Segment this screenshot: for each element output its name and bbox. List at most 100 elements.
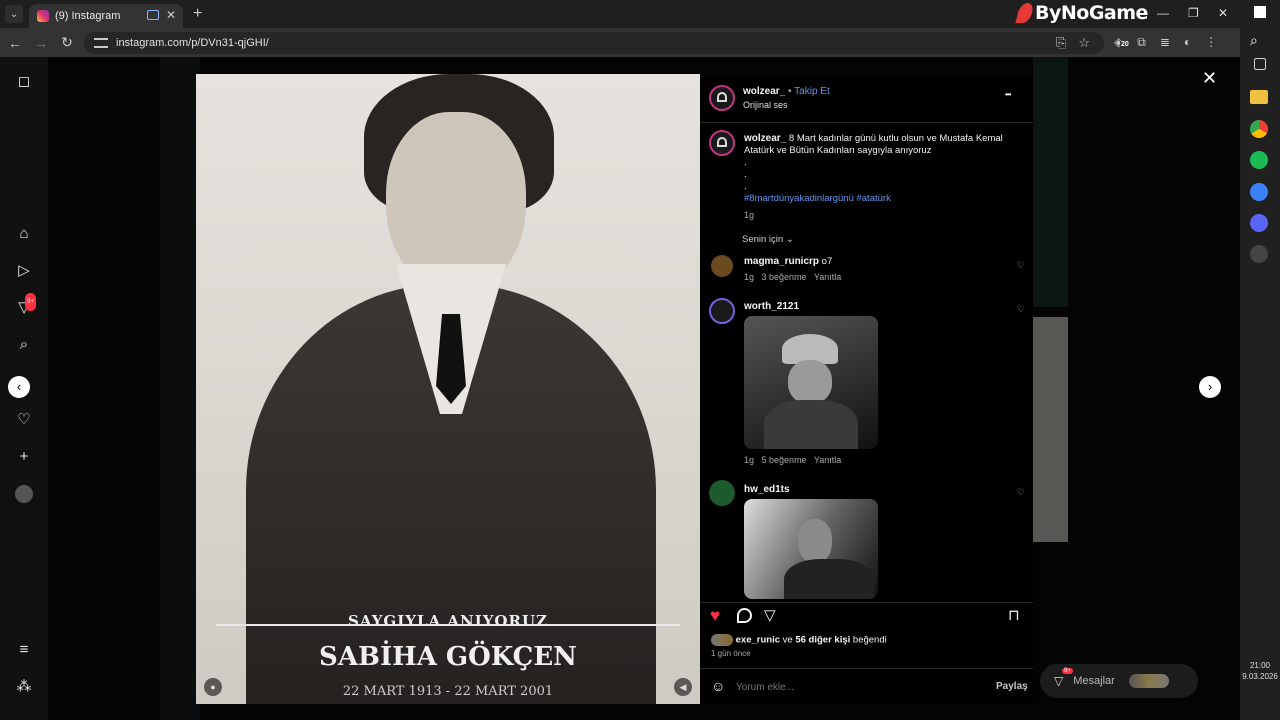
search-icon[interactable]: ⌕ <box>15 336 33 354</box>
liked-by-avatars[interactable] <box>711 634 733 646</box>
direct-icon[interactable]: ▽ 9+ <box>15 293 36 317</box>
comment-username[interactable]: hw_ed1ts <box>744 484 790 495</box>
caption-avatar[interactable] <box>709 130 735 156</box>
messages-button[interactable]: ▽ 9+ Mesajlar <box>1040 664 1198 698</box>
forward-icon[interactable]: → <box>30 35 52 51</box>
post-detail-panel: wolzear_ • Takip Et Orijinal ses ••• wol… <box>700 74 1033 704</box>
comment-likes[interactable]: 3 beğenme <box>762 272 807 282</box>
share-icon[interactable]: ▽ <box>764 606 776 624</box>
site-info-icon[interactable] <box>94 37 108 48</box>
image-caption-dates: 22 MART 1913 - 22 MART 2001 <box>342 684 554 699</box>
caption-dot: . <box>744 169 747 180</box>
instagram-logo-icon[interactable]: ◻ <box>15 73 33 91</box>
window-close-icon[interactable]: ✕ <box>1218 6 1228 20</box>
like-heart-icon[interactable]: ♥ <box>710 606 720 626</box>
address-toolbar: ← → ↻ instagram.com/p/DVn31-qjGHI/ ⎘ ☆ ◈… <box>0 28 1240 57</box>
home-icon[interactable]: ⌂ <box>15 225 33 243</box>
post-time: 1 gün önce <box>711 649 751 658</box>
comment-username[interactable]: magma_runicrp <box>744 256 819 267</box>
media-control-icon[interactable]: ≣ <box>1160 35 1170 50</box>
tab-title: (9) Instagram <box>55 10 121 22</box>
install-app-icon[interactable]: ⎘ <box>1056 35 1066 51</box>
notifications-heart-icon[interactable]: ♡ <box>15 411 33 429</box>
reload-icon[interactable]: ↻ <box>56 34 78 51</box>
comment-like-heart-icon[interactable]: ♡ <box>1017 304 1025 315</box>
profile-avatar-icon[interactable] <box>15 485 33 503</box>
url-bar[interactable]: instagram.com/p/DVn31-qjGHI/ ⎘ ☆ <box>84 31 1104 54</box>
comment-input[interactable] <box>736 678 976 696</box>
create-icon[interactable]: + <box>15 448 33 466</box>
liked-by-user[interactable]: exe_runic <box>736 635 780 646</box>
comment-image[interactable] <box>744 316 878 449</box>
author-avatar[interactable] <box>709 85 735 111</box>
comment-image[interactable] <box>744 499 878 599</box>
audio-label[interactable]: Orijinal ses <box>743 100 788 110</box>
back-icon[interactable]: ← <box>4 35 26 51</box>
comment-sort-dropdown[interactable]: Senin için ⌄ <box>742 234 794 245</box>
comment-avatar[interactable] <box>709 480 735 506</box>
comment-like-heart-icon[interactable]: ♡ <box>1017 260 1025 271</box>
prev-post-arrow-icon[interactable]: ‹ <box>8 376 30 398</box>
comment-avatar[interactable] <box>711 255 733 277</box>
task-view-icon[interactable] <box>1254 58 1266 70</box>
windows-taskbar: ⌕ 21:00 9.03.2026 <box>1240 0 1280 720</box>
follow-button[interactable]: Takip Et <box>794 86 830 97</box>
browser-tab-instagram[interactable]: (9) Instagram ✕ <box>29 4 183 28</box>
file-explorer-icon[interactable] <box>1250 90 1268 104</box>
more-options-icon[interactable]: ••• <box>1005 90 1011 99</box>
more-menu-icon[interactable]: ≡ <box>15 641 33 659</box>
liked-by-others[interactable]: 56 diğer kişi <box>795 635 850 646</box>
chrome-icon[interactable] <box>1250 120 1268 138</box>
new-tab-icon[interactable]: + <box>193 5 202 23</box>
spotify-icon[interactable] <box>1250 151 1268 169</box>
bynogame-logo: ByNoGame <box>1015 2 1148 24</box>
emoji-icon[interactable]: ☺ <box>711 678 725 694</box>
comment-item: magma_runicrp o7 <box>744 256 832 267</box>
caption-username[interactable]: wolzear_ <box>744 133 786 144</box>
comment-avatar[interactable] <box>709 298 735 324</box>
tagged-user-icon[interactable]: ● <box>204 678 222 696</box>
comment-meta: 1g 5 beğenme Yanıtla <box>744 455 842 465</box>
caption-hashtags[interactable]: #8martdünyakadinlargünü #atatürk <box>744 193 1014 205</box>
post-image[interactable]: SAYGIYLA ANIYORUZ SABİHA GÖKÇEN 22 MART … <box>196 74 700 704</box>
browser-tabbar: ⌄ (9) Instagram ✕ + ByNoGame — ❐ ✕ <box>0 0 1240 28</box>
mute-audio-icon[interactable]: ◀ <box>674 678 692 696</box>
caption-time: 1g <box>744 210 755 220</box>
tab-close-icon[interactable]: ✕ <box>166 8 176 22</box>
browser-menu-icon[interactable]: ⋮ <box>1205 35 1217 50</box>
comment-sort-label: Senin için <box>742 234 784 245</box>
reply-button[interactable]: Yanıtla <box>814 272 841 282</box>
post-actions: ♥ ▽ ⊓ <box>700 604 1033 634</box>
next-post-arrow-icon[interactable]: › <box>1199 376 1221 398</box>
save-bookmark-icon[interactable]: ⊓ <box>1008 606 1020 624</box>
search-taskbar-icon[interactable]: ⌕ <box>1250 32 1268 50</box>
tab-media-icon[interactable] <box>147 10 159 20</box>
author-username[interactable]: wolzear_ <box>743 86 785 97</box>
minimize-icon[interactable]: — <box>1157 6 1169 20</box>
reels-icon[interactable]: ▷ <box>15 262 33 280</box>
also-from-meta-icon[interactable]: ⁂ <box>15 678 33 696</box>
app-icon[interactable] <box>1250 183 1268 201</box>
bookmark-star-icon[interactable]: ☆ <box>1078 35 1090 51</box>
close-modal-icon[interactable]: ✕ <box>1202 68 1217 89</box>
extension-icon[interactable]: ◈ 20 <box>1114 35 1130 50</box>
messages-label: Mesajlar <box>1073 675 1115 687</box>
comment-username[interactable]: worth_2121 <box>744 301 799 312</box>
comment-icon[interactable] <box>737 608 752 623</box>
comment-like-heart-icon[interactable]: ♡ <box>1017 487 1025 498</box>
windows-start-icon[interactable] <box>1254 6 1266 18</box>
url-text: instagram.com/p/DVn31-qjGHI/ <box>116 36 269 49</box>
post-comment-button[interactable]: Paylaş <box>996 681 1028 692</box>
caption-dot: . <box>744 181 747 192</box>
caption-dot: . <box>744 157 747 168</box>
discord-icon[interactable] <box>1250 214 1268 232</box>
tab-search-icon[interactable]: ⌄ <box>5 5 23 23</box>
profile-icon[interactable]: ◐ <box>1184 35 1191 50</box>
restore-icon[interactable]: ❐ <box>1188 6 1199 20</box>
reply-button[interactable]: Yanıtla <box>814 455 841 465</box>
extensions-puzzle-icon[interactable]: ⧉ <box>1137 35 1146 50</box>
comment-likes[interactable]: 5 beğenme <box>762 455 807 465</box>
image-caption-name: SABİHA GÖKÇEN <box>319 642 577 672</box>
app-settings-icon[interactable] <box>1250 245 1268 263</box>
taskbar-clock[interactable]: 21:00 9.03.2026 <box>1240 660 1280 682</box>
